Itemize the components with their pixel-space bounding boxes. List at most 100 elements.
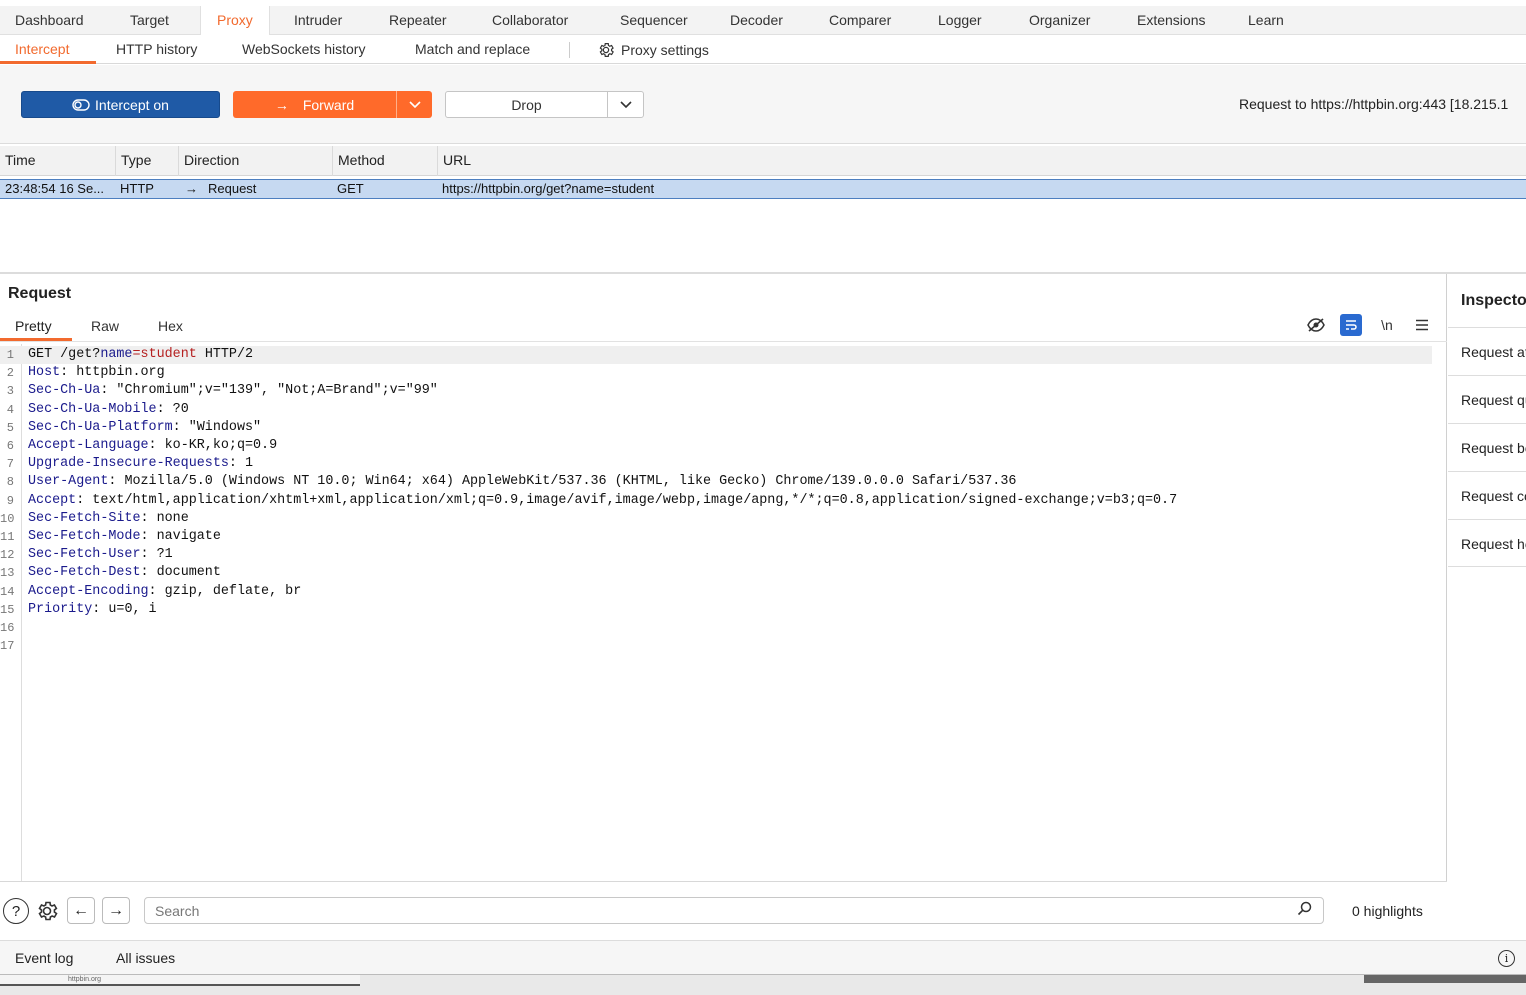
gear-icon	[599, 42, 614, 57]
tab-intruder[interactable]: Intruder	[294, 6, 342, 35]
next-match-button[interactable]: →	[102, 897, 130, 924]
col-time[interactable]: Time	[0, 146, 115, 176]
line-number: 13	[0, 566, 15, 581]
tab-comparer[interactable]: Comparer	[829, 6, 891, 35]
help-icon[interactable]: ?	[3, 898, 29, 924]
drop-dropdown-button[interactable]	[607, 91, 644, 118]
header-value: httpbin.org	[68, 365, 165, 381]
tab-organizer[interactable]: Organizer	[1029, 6, 1090, 35]
inspector-item-headers[interactable]: Request headers	[1448, 519, 1526, 567]
tab-logger[interactable]: Logger	[938, 6, 982, 35]
intercept-toolbar: Intercept on → Forward Drop Request to h…	[0, 65, 1526, 144]
arrow-left-icon: ←	[73, 901, 89, 919]
row-direction: → Request	[180, 180, 330, 198]
code-text: Sec-Ch-Ua-Mobile: ?0	[28, 401, 189, 419]
request-line-eq: =	[132, 347, 141, 362]
request-line-protocol: HTTP/2	[196, 347, 254, 362]
code-text: Accept-Encoding: gzip, deflate, br	[28, 583, 301, 601]
tab-dashboard[interactable]: Dashboard	[15, 6, 84, 35]
drop-label: Drop	[511, 96, 542, 113]
proxy-settings-button[interactable]: Proxy settings	[597, 35, 709, 64]
code-text: Upgrade-Insecure-Requests: 1	[28, 455, 253, 473]
forward-dropdown-button[interactable]	[396, 91, 432, 118]
code-line: 4 Sec-Ch-Ua-Mobile: ?0	[0, 401, 1432, 419]
code-text: Accept-Language: ko-KR,ko;q=0.9	[28, 437, 277, 455]
newline-toggle[interactable]: \n	[1376, 314, 1398, 336]
hide-nonprintable-icon[interactable]	[1305, 314, 1327, 336]
subtab-intercept[interactable]: Intercept	[15, 35, 69, 64]
intercept-label: Intercept on	[95, 96, 169, 113]
header-name: Priority	[28, 601, 93, 617]
inspector-item-query-params[interactable]: Request query parameters	[1448, 375, 1526, 423]
col-method[interactable]: Method	[332, 146, 437, 176]
line-number: 16	[0, 621, 15, 635]
request-line-method: GET /get?	[28, 347, 101, 362]
header-name: User-Agent	[28, 474, 109, 490]
main-tab-bar: Dashboard Target Proxy Intruder Repeater…	[0, 6, 1526, 35]
header-name: Accept-Encoding	[28, 583, 149, 599]
line-number: 8	[6, 475, 14, 490]
inspector-item-body-params[interactable]: Request body parameters	[1448, 423, 1526, 471]
code-line: 17	[0, 637, 1432, 655]
inspector-item-attributes[interactable]: Request attributes	[1448, 327, 1526, 375]
tab-sequencer[interactable]: Sequencer	[620, 6, 688, 35]
footer-bar: Event log All issues i	[0, 940, 1526, 974]
taskbar-window-thumbnail[interactable]: httpbin.org	[0, 975, 360, 986]
header-colon: :	[228, 456, 237, 472]
col-direction[interactable]: Direction	[178, 146, 332, 176]
line-number: 6	[6, 439, 14, 453]
code-line: 9 Accept: text/html,application/xhtml+xml…	[0, 492, 1432, 510]
tab-learn[interactable]: Learn	[1248, 6, 1284, 35]
row-direction-label: Request	[208, 181, 257, 196]
header-value: ko-KR,ko;q=0.9	[156, 438, 278, 453]
view-tab-raw[interactable]: Raw	[91, 318, 119, 334]
line-number: 7	[6, 457, 14, 472]
code-line: 11 Sec-Fetch-Mode: navigate	[0, 528, 1432, 546]
table-row[interactable]: 23:48:54 16 Se... HTTP → Request GET http…	[0, 179, 1526, 199]
code-text: Sec-Fetch-Mode: navigate	[28, 528, 221, 546]
line-number: 3	[6, 384, 14, 399]
inspector-item-cookies[interactable]: Request cookies	[1448, 471, 1526, 519]
line-number: 10	[0, 511, 15, 526]
col-type[interactable]: Type	[115, 146, 178, 176]
drop-button[interactable]: Drop	[445, 91, 608, 118]
header-value: u=0, i	[100, 601, 157, 617]
info-icon[interactable]: i	[1498, 950, 1515, 967]
gear-icon[interactable]	[33, 897, 61, 925]
line-number: 12	[0, 548, 15, 563]
code-line: 2 Host: httpbin.org	[0, 364, 1432, 382]
all-issues-tab[interactable]: All issues	[116, 950, 175, 966]
tab-collaborator[interactable]: Collaborator	[492, 6, 568, 35]
event-log-tab[interactable]: Event log	[15, 950, 73, 966]
tab-target[interactable]: Target	[130, 6, 169, 35]
chevron-down-icon	[408, 100, 421, 108]
code-text: GET /get?name=student HTTP/2	[28, 346, 253, 364]
tab-proxy[interactable]: Proxy	[200, 6, 270, 35]
tab-decoder[interactable]: Decoder	[730, 6, 783, 35]
header-colon: :	[140, 529, 149, 544]
menu-icon[interactable]	[1411, 314, 1433, 336]
previous-match-button[interactable]: ←	[67, 897, 95, 924]
forward-button[interactable]: → Forward	[233, 91, 396, 118]
subtab-http-history[interactable]: HTTP history	[116, 35, 197, 64]
tab-extensions[interactable]: Extensions	[1137, 6, 1205, 35]
message-editor[interactable]: 1 GET /get?name=student HTTP/2 2 Host: http…	[0, 344, 1447, 881]
search-input[interactable]	[144, 897, 1324, 924]
code-text: Priority: u=0, i	[28, 601, 157, 619]
col-url[interactable]: URL	[437, 146, 1526, 176]
tab-repeater[interactable]: Repeater	[389, 6, 447, 35]
header-name: Accept	[28, 492, 77, 508]
code-line: 13 Sec-Fetch-Dest: document	[0, 564, 1432, 582]
header-name: Upgrade-Insecure-Requests	[28, 456, 229, 472]
proxy-settings-label: Proxy settings	[621, 41, 709, 58]
view-tab-hex[interactable]: Hex	[158, 318, 183, 334]
subtab-match-replace[interactable]: Match and replace	[415, 35, 530, 64]
header-value: document	[148, 565, 221, 581]
word-wrap-icon[interactable]	[1340, 314, 1362, 336]
subtab-separator	[569, 42, 570, 58]
subtab-websockets-history[interactable]: WebSockets history	[242, 35, 365, 64]
view-tab-pretty[interactable]: Pretty	[15, 318, 52, 334]
intercept-toggle-button[interactable]: Intercept on	[21, 91, 220, 118]
header-value: Mozilla/5.0 (Windows NT 10.0; Win64; x64…	[116, 474, 1017, 490]
taskbar: httpbin.org	[0, 974, 1526, 995]
